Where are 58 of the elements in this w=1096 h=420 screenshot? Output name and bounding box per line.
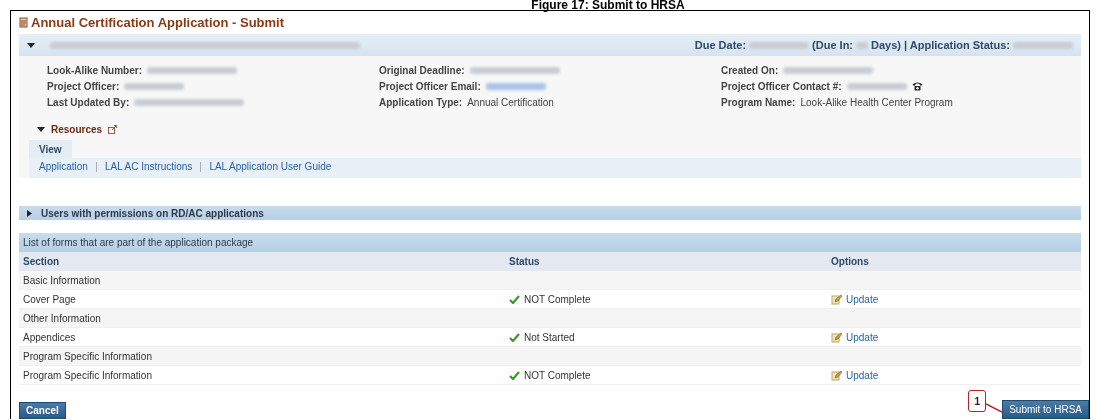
- resource-link[interactable]: LAL AC Instructions: [104, 161, 193, 172]
- table-cell: Cover Page: [23, 293, 76, 305]
- resources-heading[interactable]: Resources: [51, 123, 103, 135]
- update-link[interactable]: Update: [846, 293, 879, 305]
- view-tab[interactable]: View: [29, 140, 72, 158]
- status-label: Days) | Application Status:: [871, 39, 1010, 51]
- field-label: Look-Alike Number:: [47, 64, 142, 76]
- table-cell: Other Information: [23, 312, 101, 324]
- column-header: Status: [509, 256, 541, 267]
- users-panel-header[interactable]: Users with permissions on RD/AC applications: [19, 206, 1081, 220]
- leader-line: [986, 403, 1003, 413]
- page-title: Annual Certification Application - Submit: [31, 15, 285, 30]
- callout-marker: 1: [968, 390, 987, 412]
- redacted-days: [856, 41, 869, 49]
- field-label: Created On:: [721, 64, 779, 76]
- due-in-label: (Due In:: [812, 39, 854, 51]
- figure-caption: Figure 17: Submit to HRSA: [530, 0, 686, 10]
- field-label: Project Officer:: [47, 80, 120, 92]
- field-value: Annual Certification: [467, 96, 554, 108]
- document-icon: [19, 17, 29, 28]
- triangle-icon[interactable]: [27, 41, 35, 49]
- field-value: Look-Alike Health Center Program: [800, 96, 953, 108]
- table-cell: Program Specific Information: [23, 369, 152, 381]
- pencil-icon[interactable]: [831, 293, 842, 305]
- field-label: Original Deadline:: [379, 64, 465, 76]
- column-header: Options: [831, 256, 870, 267]
- pencil-icon[interactable]: [831, 369, 842, 381]
- status-cell: NOT Complete: [524, 369, 591, 381]
- triangle-icon[interactable]: [25, 209, 33, 217]
- redacted-date: [749, 41, 810, 49]
- due-date-label: Due Date:: [694, 39, 747, 51]
- external-link-icon[interactable]: [108, 124, 118, 134]
- update-link[interactable]: Update: [846, 331, 879, 343]
- table-cell: Basic Information: [23, 274, 101, 286]
- resource-link[interactable]: Application: [39, 161, 88, 172]
- checkmark-icon: [509, 332, 520, 342]
- table-cell: Appendices: [23, 331, 76, 343]
- field-label: Last Updated By:: [47, 96, 130, 108]
- field-label: Project Officer Contact #:: [721, 80, 842, 92]
- field-label: Project Officer Email:: [379, 80, 481, 92]
- submit-button[interactable]: Submit to HRSA: [1002, 400, 1089, 419]
- redacted-status: [1013, 41, 1073, 49]
- phone-icon: [911, 81, 923, 91]
- cancel-button[interactable]: Cancel: [19, 402, 66, 419]
- pencil-icon[interactable]: [831, 331, 842, 343]
- table-caption: List of forms that are part of the application package: [19, 233, 1081, 252]
- status-cell: Not Started: [524, 331, 575, 343]
- field-label: Program Name:: [721, 96, 796, 108]
- resource-link[interactable]: LAL Application User Guide: [209, 161, 332, 172]
- checkmark-icon: [509, 370, 520, 380]
- column-header: Section: [23, 256, 61, 267]
- update-link[interactable]: Update: [846, 369, 879, 381]
- field-label: Application Type:: [379, 96, 463, 108]
- triangle-icon[interactable]: [37, 125, 45, 133]
- table-cell: Program Specific Information: [23, 350, 152, 362]
- checkmark-icon: [509, 294, 520, 304]
- users-panel-title: Users with permissions on RD/AC applications: [41, 207, 264, 219]
- status-cell: NOT Complete: [524, 293, 591, 305]
